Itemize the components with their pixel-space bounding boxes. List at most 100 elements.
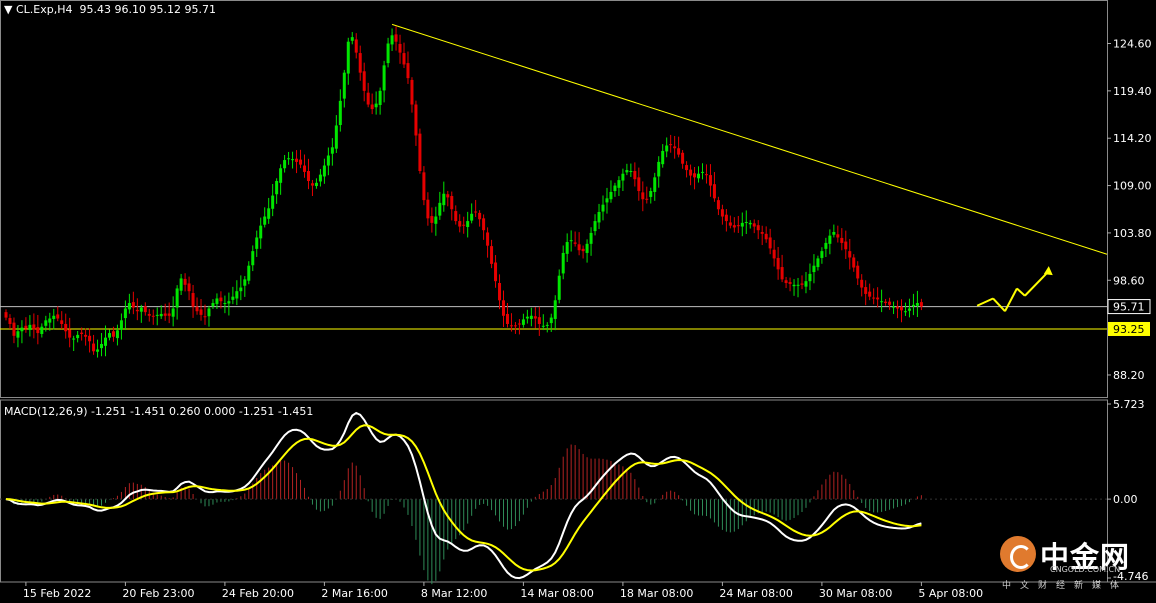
candle-body bbox=[68, 329, 72, 338]
candle-body bbox=[287, 158, 291, 160]
candle-body bbox=[513, 325, 517, 327]
candle-body bbox=[697, 173, 701, 179]
candle-body bbox=[903, 311, 907, 313]
candle-body bbox=[804, 281, 808, 287]
candle-body bbox=[557, 275, 561, 300]
candle-body bbox=[677, 148, 681, 155]
candle-body bbox=[462, 224, 466, 226]
candle-body bbox=[52, 315, 56, 319]
candle-body bbox=[314, 182, 318, 187]
time-tick-label: 30 Mar 08:00 bbox=[819, 587, 892, 600]
candle-body bbox=[60, 320, 64, 324]
candle-body bbox=[414, 104, 418, 136]
candle-body bbox=[398, 43, 402, 53]
candle-body bbox=[322, 165, 326, 177]
projection-arrowhead bbox=[1043, 266, 1053, 276]
candle-body bbox=[143, 306, 147, 313]
candle-body bbox=[406, 63, 410, 79]
candle-body bbox=[732, 225, 736, 228]
macd-header: MACD(12,26,9) -1.251 -1.451 0.260 0.000 … bbox=[4, 405, 314, 418]
candle-body bbox=[131, 302, 135, 308]
candle-body bbox=[430, 216, 434, 223]
candle-body bbox=[681, 152, 685, 164]
candle-body bbox=[151, 315, 155, 317]
candle-body bbox=[318, 174, 322, 182]
candle-body bbox=[900, 306, 903, 311]
candle-body bbox=[868, 291, 872, 297]
price-tick-label: 124.60 bbox=[1113, 38, 1152, 51]
candle-body bbox=[601, 204, 605, 212]
candle-body bbox=[541, 325, 545, 327]
candle-body bbox=[36, 327, 40, 334]
candle-body bbox=[195, 306, 199, 312]
candle-body bbox=[621, 173, 625, 181]
candle-body bbox=[633, 170, 637, 180]
descending-trendline bbox=[391, 23, 1108, 255]
candle-body bbox=[760, 232, 764, 234]
candle-body bbox=[736, 225, 740, 227]
candle-body bbox=[820, 251, 824, 258]
candle-body bbox=[32, 324, 36, 330]
candle-body bbox=[661, 150, 665, 165]
candle-body bbox=[915, 303, 919, 306]
candle-body bbox=[211, 303, 215, 307]
candle-body bbox=[12, 322, 16, 336]
logo-url: CNGOLD.COM.CN bbox=[1050, 565, 1121, 574]
candle-body bbox=[163, 313, 167, 316]
candle-body bbox=[422, 172, 426, 201]
candle-body bbox=[310, 183, 314, 186]
candle-body bbox=[44, 320, 48, 326]
candle-body bbox=[784, 280, 788, 283]
candle-body bbox=[517, 323, 521, 325]
candle-body bbox=[100, 344, 104, 349]
candle-body bbox=[199, 309, 203, 315]
candle-body bbox=[860, 279, 864, 288]
candle-body bbox=[458, 221, 462, 227]
candle-body bbox=[502, 300, 505, 316]
candle-body bbox=[613, 185, 617, 192]
candle-body bbox=[637, 177, 641, 192]
candle-body bbox=[382, 65, 386, 91]
candle-body bbox=[24, 325, 28, 329]
candle-body bbox=[549, 317, 553, 324]
candle-body bbox=[326, 155, 330, 166]
candle-body bbox=[565, 242, 569, 254]
ohlc-values: 95.43 96.10 95.12 95.71 bbox=[79, 3, 216, 16]
candle-body bbox=[609, 191, 613, 200]
candle-body bbox=[907, 308, 911, 311]
candle-body bbox=[179, 278, 183, 291]
candle-body bbox=[828, 235, 832, 244]
candle-body bbox=[911, 304, 915, 307]
candle-body bbox=[884, 301, 888, 304]
macd-histogram bbox=[9, 444, 922, 585]
candle-body bbox=[338, 100, 342, 126]
candle-body bbox=[295, 158, 299, 162]
candle-body bbox=[215, 298, 219, 304]
candle-body bbox=[171, 308, 175, 317]
candle-body bbox=[486, 232, 490, 246]
candle-body bbox=[370, 104, 374, 110]
candle-body bbox=[840, 237, 844, 243]
candle-body bbox=[474, 211, 478, 213]
candle-body bbox=[740, 222, 744, 227]
candle-body bbox=[589, 232, 593, 244]
candle-body bbox=[792, 284, 796, 287]
candle-body bbox=[123, 308, 127, 319]
candle-body bbox=[147, 313, 151, 316]
candle-body bbox=[466, 221, 470, 227]
candle-body bbox=[848, 251, 852, 258]
candle-body bbox=[334, 125, 338, 149]
candle-body bbox=[693, 173, 697, 178]
candle-body bbox=[231, 296, 235, 300]
cngold-logo: 中金网 CNGOLD.COM.CN 中文财经新媒体 bbox=[996, 532, 1146, 594]
candle-body bbox=[88, 335, 92, 342]
projection-arrow-segment bbox=[1024, 270, 1050, 297]
candle-body bbox=[478, 212, 482, 220]
candle-body bbox=[744, 221, 748, 223]
candle-body bbox=[291, 159, 295, 161]
candle-body bbox=[362, 71, 366, 91]
candle-body bbox=[657, 161, 661, 177]
candle-body bbox=[159, 313, 163, 317]
candle-body bbox=[267, 208, 271, 219]
candle-body bbox=[856, 265, 860, 279]
